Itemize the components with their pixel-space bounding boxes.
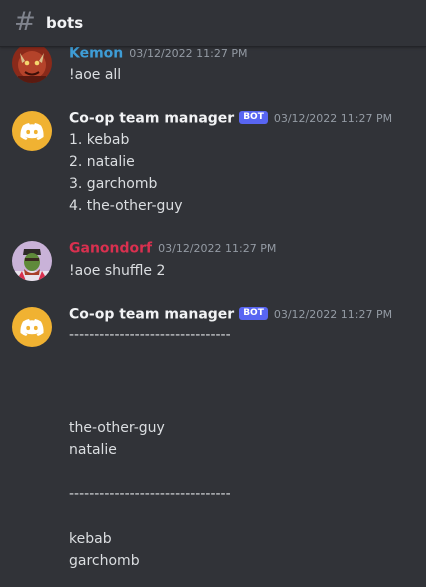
message-line: 4. the-other-guy <box>69 198 183 214</box>
message-line: the-other-guy <box>69 420 165 436</box>
timestamp: 03/12/2022 11:27 PM <box>273 307 393 321</box>
ganondorf-avatar-icon <box>12 241 52 281</box>
discord-logo-icon <box>20 319 44 336</box>
discord-logo-icon <box>20 123 44 140</box>
avatar[interactable] <box>12 111 52 151</box>
divider-line: -------------------------------- <box>69 486 231 502</box>
message-list[interactable]: Kemon 03/12/2022 11:27 PM !aoe all Co-op … <box>0 47 426 587</box>
message-line: garchomb <box>69 553 140 569</box>
author-name[interactable]: Ganondorf <box>69 241 152 257</box>
message-line: kebab <box>69 531 112 547</box>
timestamp: 03/12/2022 11:27 PM <box>129 47 248 60</box>
author-name[interactable]: Co-op team manager <box>69 307 234 323</box>
bot-badge: BOT <box>239 307 268 320</box>
author-name[interactable]: Kemon <box>69 47 123 62</box>
channel-header: # bots <box>0 0 426 47</box>
timestamp: 03/12/2022 11:27 PM <box>273 111 393 125</box>
message-text: !aoe shuffle 2 <box>69 263 166 279</box>
avatar[interactable] <box>12 307 52 347</box>
avatar[interactable] <box>12 47 52 83</box>
bot-badge: BOT <box>239 111 268 124</box>
kemon-avatar-icon <box>12 47 52 83</box>
message-text: !aoe all <box>69 67 122 83</box>
message-line: 2. natalie <box>69 154 135 170</box>
message-line: natalie <box>69 442 117 458</box>
timestamp: 03/12/2022 11:27 PM <box>158 241 277 255</box>
message-line: 1. kebab <box>69 132 130 148</box>
channel-name: bots <box>46 14 84 32</box>
author-name[interactable]: Co-op team manager <box>69 111 234 127</box>
hash-icon: # <box>14 7 36 37</box>
message-line: 3. garchomb <box>69 176 158 192</box>
divider-line: -------------------------------- <box>69 327 231 343</box>
avatar[interactable] <box>12 241 52 281</box>
